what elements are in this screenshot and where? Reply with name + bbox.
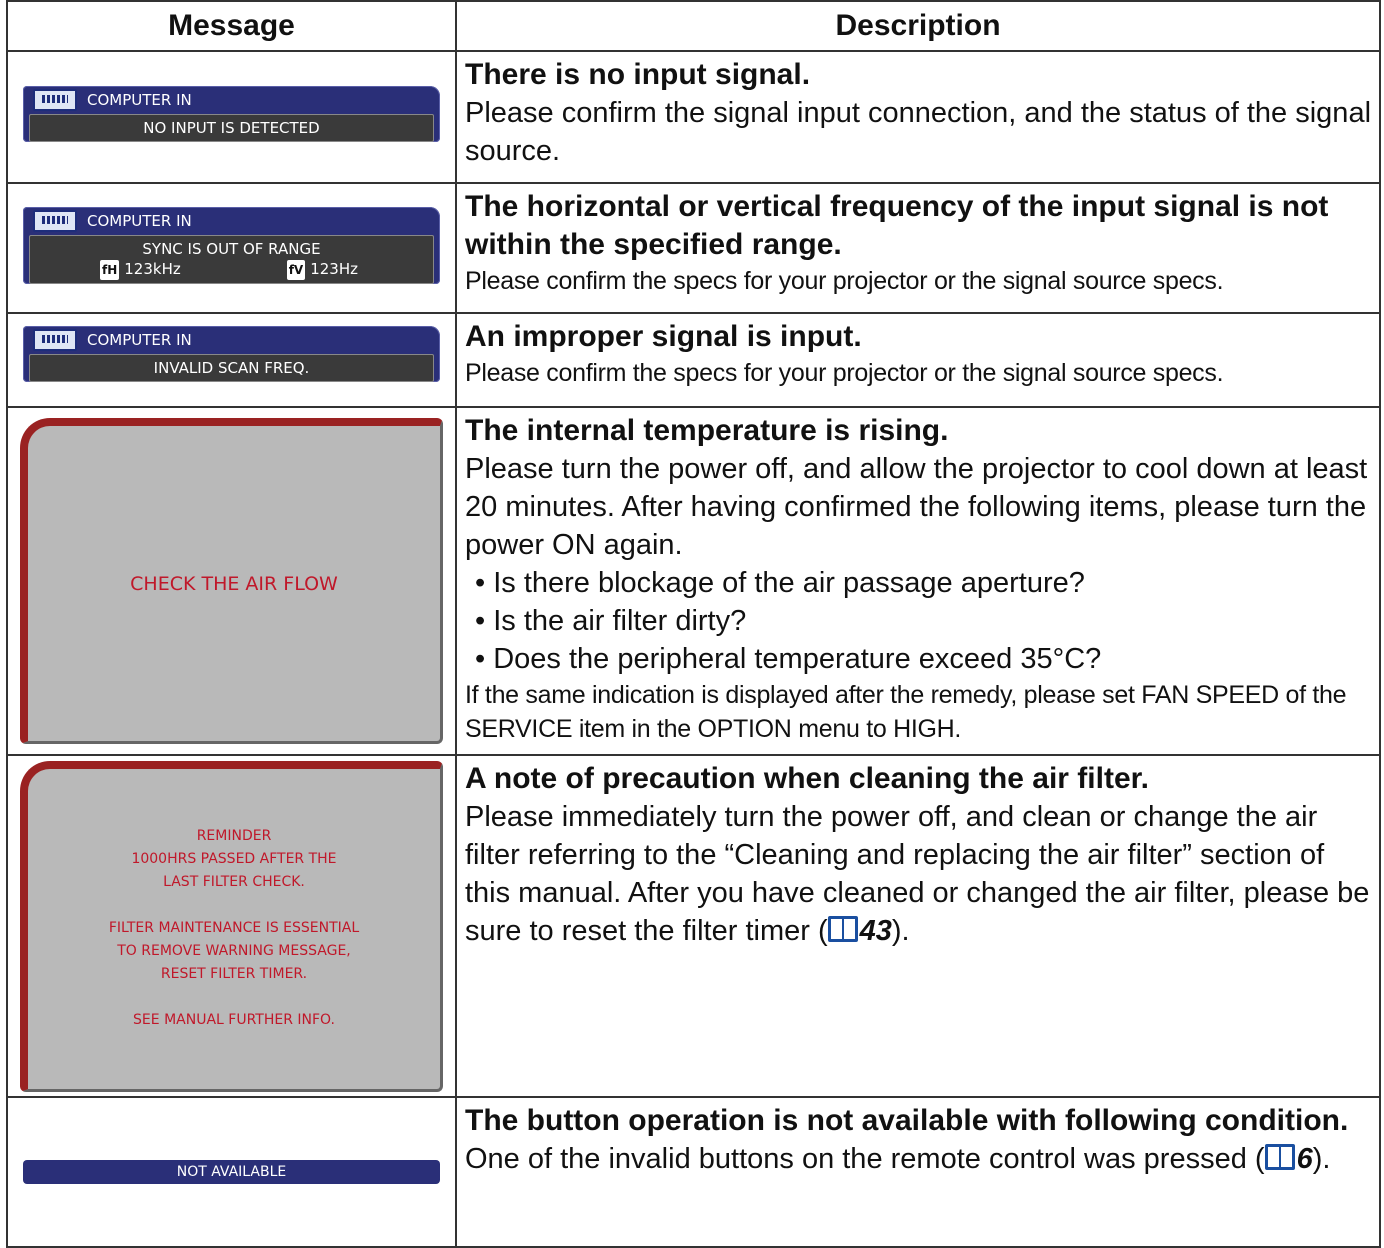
- fv-value: 123Hz: [310, 259, 358, 278]
- header-message: Message: [6, 0, 457, 52]
- osd-reminder-line: 1000HRS PASSED AFTER THE: [131, 851, 337, 867]
- description-body: Please confirm the specs for your projec…: [465, 359, 1224, 387]
- osd-reminder-line: [28, 894, 440, 917]
- header-description: Description: [455, 0, 1381, 52]
- manual-book-icon: [827, 916, 858, 942]
- osd-message: INVALID SCAN FREQ.: [29, 354, 434, 382]
- osd-reminder-line: FILTER MAINTENANCE IS ESSENTIAL: [108, 920, 360, 936]
- osd-reminder-line: RESET FILTER TIMER.: [160, 966, 308, 982]
- table-row: COMPUTER IN SYNC IS OUT OF RANGE fH 123kH…: [6, 182, 1381, 314]
- fv-label: fV: [286, 259, 306, 280]
- message-cell: CHECK THE AIR FLOW: [6, 406, 457, 756]
- table-row: REMINDER 1000HRS PASSED AFTER THE LAST FIL…: [6, 754, 1381, 1098]
- message-cell: COMPUTER IN INVALID SCAN FREQ.: [6, 312, 457, 408]
- description-cell: The internal temperature is rising. Plea…: [455, 406, 1381, 756]
- osd-reminder-line: SEE MANUAL FURTHER INFO.: [133, 1012, 335, 1028]
- osd-reminder-line: [28, 986, 440, 1009]
- description-heading: The internal temperature is rising.: [465, 414, 949, 447]
- table-row: COMPUTER IN INVALID SCAN FREQ. An improp…: [6, 312, 1381, 408]
- message-cell: REMINDER 1000HRS PASSED AFTER THE LAST FIL…: [6, 754, 457, 1098]
- page-reference-link[interactable]: 6: [1297, 1143, 1313, 1175]
- description-body: Please confirm the signal input connecti…: [465, 97, 1372, 167]
- osd-reminder-line: TO REMOVE WARNING MESSAGE,: [117, 943, 351, 959]
- computer-input-icon: [33, 329, 77, 351]
- osd-no-input: COMPUTER IN NO INPUT IS DETECTED: [23, 86, 440, 142]
- osd-filter-reminder: REMINDER 1000HRS PASSED AFTER THE LAST FIL…: [20, 760, 443, 1092]
- table-row: COMPUTER IN NO INPUT IS DETECTED There i…: [6, 50, 1381, 184]
- osd-title: COMPUTER IN: [87, 211, 192, 230]
- description-body: One of the invalid buttons on the remote…: [465, 1143, 1331, 1175]
- computer-input-icon: [33, 89, 77, 111]
- bullet-item: • Is the air filter dirty?: [475, 605, 747, 637]
- description-body: Please immediately turn the power off, a…: [465, 801, 1370, 947]
- message-cell: NOT AVAILABLE: [6, 1096, 457, 1248]
- description-body: Please turn the power off, and allow the…: [465, 453, 1368, 561]
- table-row: NOT AVAILABLE The button operation is no…: [6, 1096, 1381, 1248]
- osd-message: NO INPUT IS DETECTED: [29, 114, 434, 142]
- description-cell: The horizontal or vertical frequency of …: [455, 182, 1381, 314]
- description-body: Please confirm the specs for your projec…: [465, 267, 1224, 295]
- description-note: If the same indication is displayed afte…: [465, 681, 1347, 743]
- description-cell: There is no input signal. Please confirm…: [455, 50, 1381, 184]
- message-table: Message Description COMPUTER IN NO INPUT…: [6, 0, 1381, 1248]
- description-cell: A note of precaution when cleaning the a…: [455, 754, 1381, 1098]
- description-heading: The button operation is not available wi…: [465, 1104, 1349, 1137]
- page-reference-link[interactable]: 43: [860, 915, 892, 947]
- table-header-row: Message Description: [6, 0, 1381, 52]
- bullet-item: • Does the peripheral temperature exceed…: [475, 643, 1102, 675]
- osd-message: REMINDER 1000HRS PASSED AFTER THE LAST FIL…: [28, 769, 440, 1089]
- message-cell: COMPUTER IN SYNC IS OUT OF RANGE fH 123kH…: [6, 182, 457, 314]
- osd-air-flow-warning: CHECK THE AIR FLOW: [20, 418, 443, 744]
- osd-not-available: NOT AVAILABLE: [23, 1160, 440, 1184]
- osd-invalid-scan: COMPUTER IN INVALID SCAN FREQ.: [23, 326, 440, 382]
- fh-value: 123kHz: [124, 259, 181, 278]
- osd-title: COMPUTER IN: [87, 331, 192, 349]
- description-heading: An improper signal is input.: [465, 320, 862, 353]
- osd-title: COMPUTER IN: [87, 91, 192, 109]
- computer-input-icon: [33, 209, 77, 232]
- osd-reminder-line: REMINDER: [196, 828, 272, 844]
- description-heading: There is no input signal.: [465, 58, 811, 91]
- osd-message: SYNC IS OUT OF RANGE: [142, 239, 321, 258]
- description-heading: A note of precaution when cleaning the a…: [465, 762, 1149, 795]
- description-cell: An improper signal is input. Please conf…: [455, 312, 1381, 408]
- bullet-item: • Is there blockage of the air passage a…: [475, 567, 1085, 599]
- manual-book-icon: [1264, 1144, 1295, 1170]
- description-cell: The button operation is not available wi…: [455, 1096, 1381, 1248]
- message-cell: COMPUTER IN NO INPUT IS DETECTED: [6, 50, 457, 184]
- osd-reminder-line: LAST FILTER CHECK.: [163, 874, 305, 890]
- table-row: CHECK THE AIR FLOW The internal temperat…: [6, 406, 1381, 756]
- description-heading: The horizontal or vertical frequency of …: [465, 190, 1329, 261]
- osd-sync-out-of-range: COMPUTER IN SYNC IS OUT OF RANGE fH 123kH…: [23, 206, 440, 284]
- fh-label: fH: [100, 259, 120, 280]
- osd-message: CHECK THE AIR FLOW: [130, 572, 338, 595]
